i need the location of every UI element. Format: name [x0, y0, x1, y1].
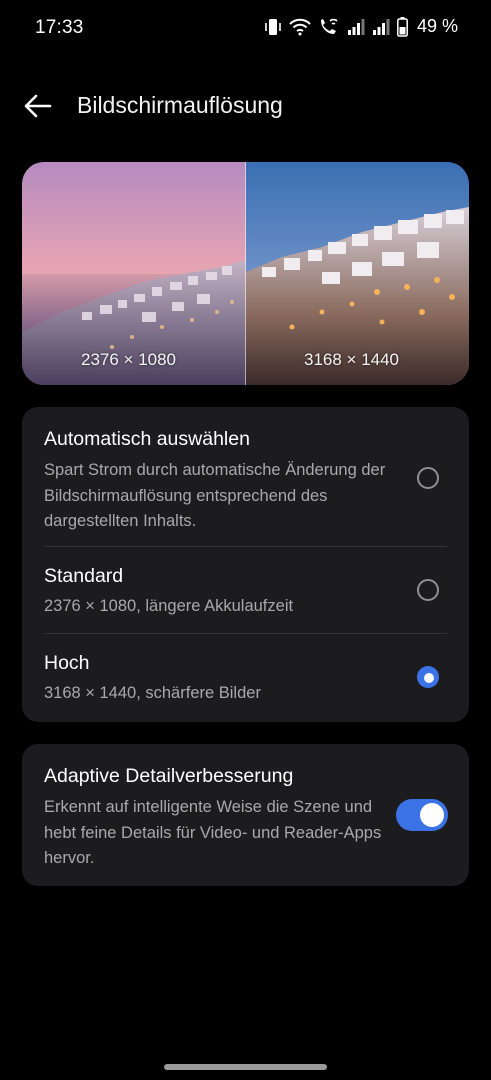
adaptive-detail-card[interactable]: Adaptive Detailverbesserung Erkennt auf … — [22, 744, 469, 886]
resolution-options-card: Automatisch auswählen Spart Strom durch … — [22, 407, 469, 722]
right-resolution-label: 3168 × 1440 — [304, 350, 400, 369]
status-icons: 49 % — [264, 16, 458, 37]
adaptive-toggle[interactable] — [396, 799, 448, 831]
option-description: 2376 × 1080, längere Akkulaufzeit — [44, 597, 294, 615]
toggle-knob — [420, 803, 444, 827]
option-description: 3168 × 1440, schärfere Bilder — [44, 684, 261, 702]
option-title: Hoch — [44, 652, 90, 674]
option-high[interactable]: Hoch 3168 × 1440, schärfere Bilder — [22, 634, 469, 722]
back-button[interactable] — [22, 90, 54, 122]
option-standard[interactable]: Standard 2376 × 1080, längere Akkulaufze… — [22, 547, 469, 633]
home-indicator[interactable] — [164, 1064, 327, 1070]
option-description: Spart Strom durch automatische Änderung … — [44, 461, 386, 530]
status-bar: 17:33 49 % — [0, 0, 491, 56]
comparison-divider — [245, 162, 246, 385]
signal-icon — [347, 18, 365, 35]
option-title: Automatisch auswählen — [44, 428, 250, 450]
vibrate-icon — [265, 18, 281, 35]
wifi-calling-icon — [320, 18, 338, 34]
page-title: Bildschirmauflösung — [77, 92, 283, 118]
radio-high[interactable] — [417, 666, 439, 688]
status-time: 17:33 — [35, 17, 84, 38]
adaptive-description: Erkennt auf intelligente Weise die Szene… — [44, 798, 382, 867]
resolution-preview-image: 2376 × 1080 3168 × 1440 — [22, 162, 469, 385]
left-resolution-label: 2376 × 1080 — [81, 350, 177, 369]
signal-icon — [372, 18, 390, 35]
battery-percent: 49 % — [416, 16, 458, 36]
option-title: Standard — [44, 565, 124, 587]
option-auto[interactable]: Automatisch auswählen Spart Strom durch … — [22, 407, 469, 545]
adaptive-title: Adaptive Detailverbesserung — [44, 765, 294, 787]
page-header: Bildschirmauflösung — [0, 82, 491, 130]
battery-icon — [397, 16, 408, 37]
radio-standard[interactable] — [417, 579, 439, 601]
arrow-left-icon — [24, 94, 52, 118]
wifi-icon — [289, 18, 311, 35]
radio-auto[interactable] — [417, 467, 439, 489]
